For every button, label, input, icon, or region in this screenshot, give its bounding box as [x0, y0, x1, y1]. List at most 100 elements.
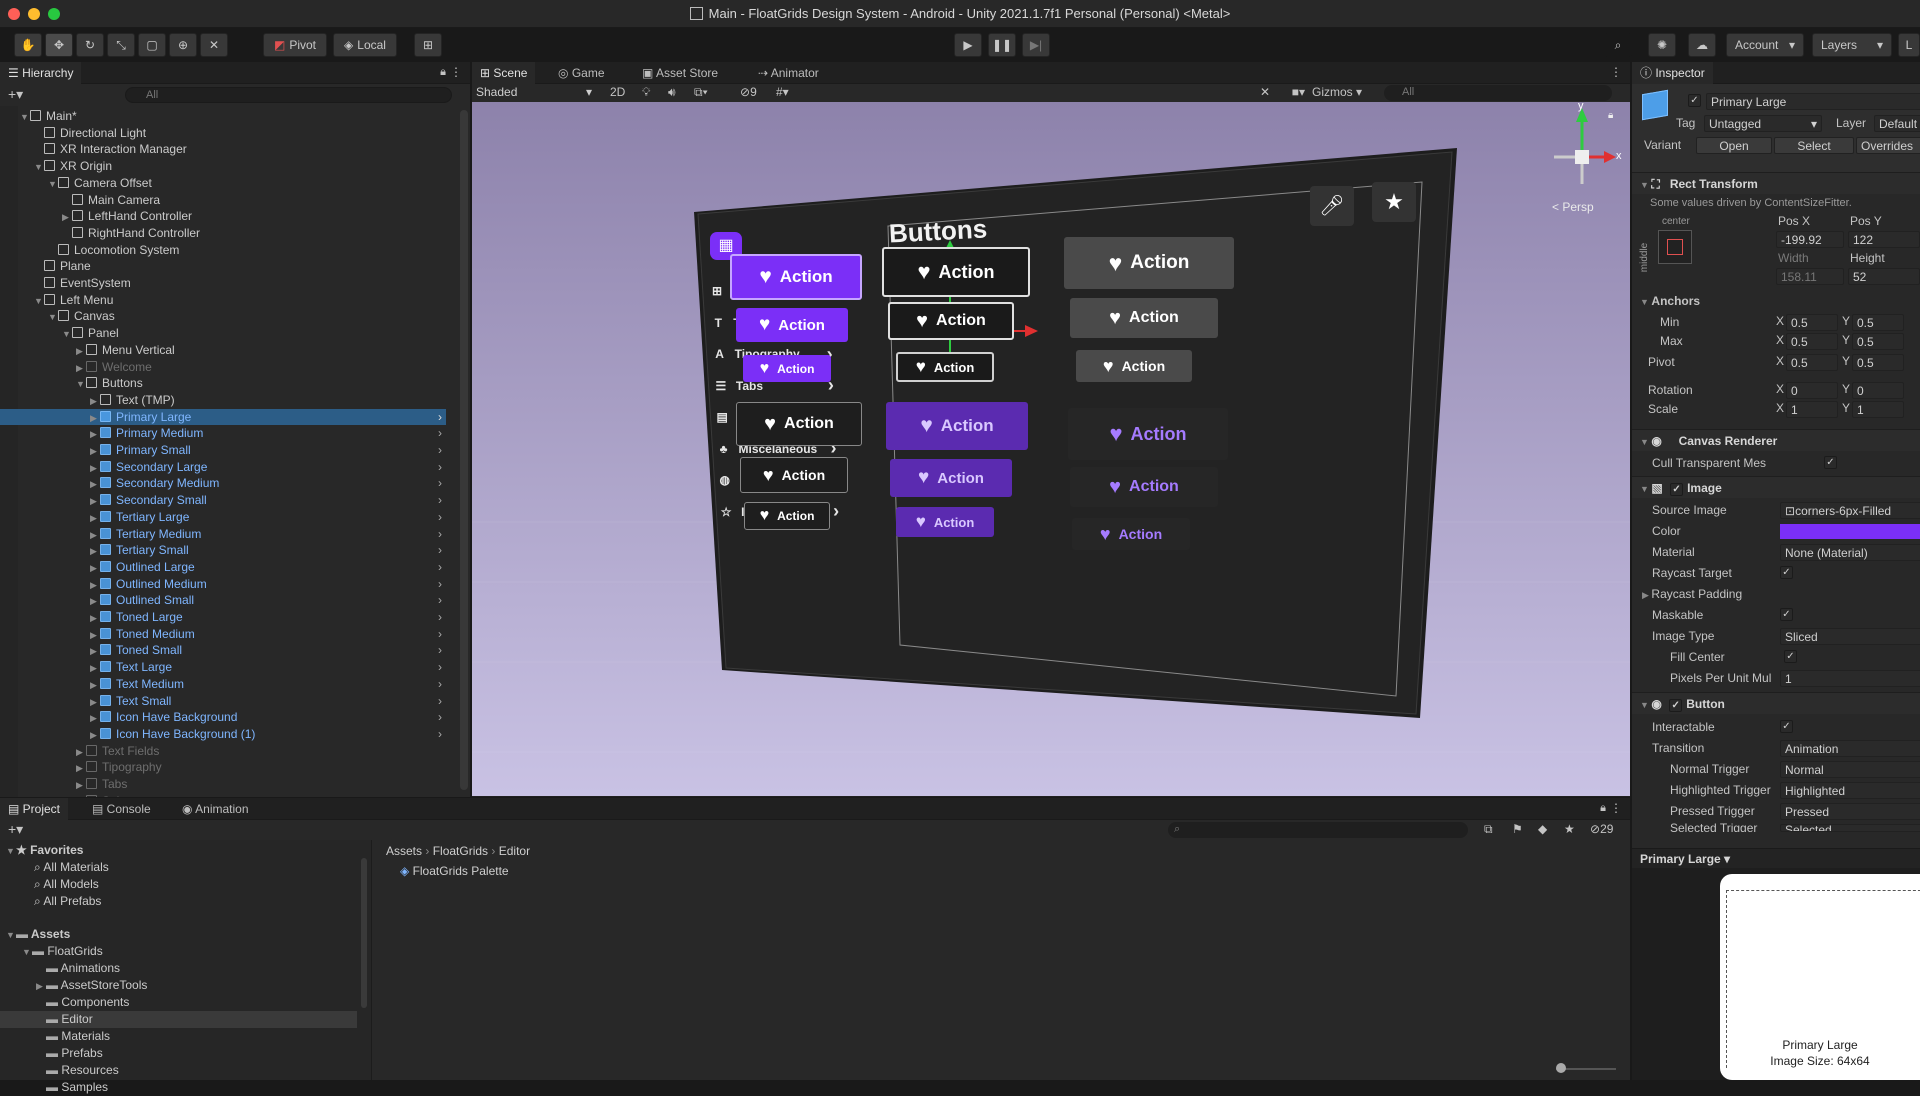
- cull-transparent-checkbox[interactable]: ✓: [1824, 456, 1837, 469]
- tab-project[interactable]: ▤ Project: [0, 798, 69, 820]
- tertiary-small-button[interactable]: ♥ Action: [1076, 350, 1192, 382]
- expand-arrow-icon[interactable]: ▼: [22, 944, 32, 961]
- expand-arrow-icon[interactable]: ▶: [76, 794, 86, 798]
- prefab-overrides-button[interactable]: Overrides: [1856, 137, 1920, 154]
- tab-scene[interactable]: ⊞ Scene: [472, 62, 536, 84]
- open-prefab-chevron-icon[interactable]: ›: [438, 676, 442, 693]
- normal-trigger-field[interactable]: Normal: [1780, 761, 1920, 778]
- icon-size-slider[interactable]: [1556, 1063, 1616, 1073]
- hierarchy-row[interactable]: EventSystem: [0, 275, 446, 292]
- secondary-small-button[interactable]: ♥ Action: [896, 352, 994, 382]
- expand-arrow-icon[interactable]: ▼: [76, 376, 86, 393]
- asset-folder[interactable]: ▬ Editor: [0, 1011, 357, 1028]
- image-header[interactable]: ▼ ▧ ✓ Image: [1632, 476, 1920, 498]
- project-search-input[interactable]: ⌕: [1168, 822, 1468, 838]
- expand-arrow-icon[interactable]: ▶: [90, 543, 100, 560]
- max-y-field[interactable]: 0.5: [1852, 333, 1904, 350]
- cloud-icon[interactable]: ☁: [1688, 33, 1716, 57]
- open-prefab-chevron-icon[interactable]: ›: [438, 626, 442, 643]
- button-enabled-checkbox[interactable]: ✓: [1669, 699, 1683, 712]
- raycast-padding-row[interactable]: ▶ Raycast Padding: [1642, 584, 1920, 604]
- filter-type-icon[interactable]: ⧉: [1484, 822, 1493, 837]
- hierarchy-row[interactable]: ▶ Text Fields: [0, 743, 446, 760]
- hierarchy-row[interactable]: ▶ Toned Medium ›: [0, 626, 446, 643]
- lock-icon[interactable]: 🔒︎: [1608, 110, 1613, 121]
- hidden-packages-icon[interactable]: ⊘29: [1590, 822, 1613, 836]
- layers-dropdown[interactable]: Layers ▾: [1812, 33, 1892, 57]
- color-swatch[interactable]: [1780, 524, 1920, 539]
- expand-arrow-icon[interactable]: ▼: [20, 109, 30, 126]
- open-prefab-chevron-icon[interactable]: ›: [438, 492, 442, 509]
- transition-dropdown[interactable]: Animation: [1780, 740, 1920, 757]
- scale-tool-button[interactable]: ⤡: [107, 33, 135, 57]
- fill-center-checkbox[interactable]: ✓: [1784, 650, 1797, 663]
- hierarchy-row[interactable]: ▶ Icon Have Background (1) ›: [0, 726, 446, 743]
- button-component-header[interactable]: ▼ ◉ ✓ Button: [1632, 692, 1920, 714]
- favorite-item[interactable]: ⌕ All Prefabs: [0, 893, 357, 910]
- account-dropdown[interactable]: Account ▾: [1726, 33, 1804, 57]
- add-icon[interactable]: +▾: [8, 821, 23, 838]
- open-prefab-chevron-icon[interactable]: ›: [438, 509, 442, 526]
- expand-arrow-icon[interactable]: ▶: [90, 694, 100, 711]
- image-enabled-checkbox[interactable]: ✓: [1670, 483, 1684, 496]
- toned-large-button[interactable]: ♥ Action: [886, 402, 1028, 450]
- height-field[interactable]: 52: [1848, 268, 1920, 285]
- hierarchy-search-input[interactable]: All: [125, 87, 452, 103]
- expand-arrow-icon[interactable]: ▶: [90, 443, 100, 460]
- primary-large-button[interactable]: ♥ Action: [730, 254, 862, 300]
- transform-tool-button[interactable]: ⊕: [169, 33, 197, 57]
- prefab-open-button[interactable]: Open: [1696, 137, 1772, 154]
- more-menu-icon[interactable]: ⋮: [450, 65, 462, 79]
- expand-arrow-icon[interactable]: ▶: [76, 343, 86, 360]
- expand-arrow-icon[interactable]: ▶: [62, 209, 72, 226]
- tertiary-large-button[interactable]: ♥ Action: [1064, 237, 1234, 289]
- open-prefab-chevron-icon[interactable]: ›: [438, 592, 442, 609]
- hierarchy-row[interactable]: ▶ Tipography: [0, 759, 446, 776]
- raycast-target-checkbox[interactable]: ✓: [1780, 566, 1793, 579]
- hierarchy-row[interactable]: ▶ LeftHand Controller: [0, 208, 446, 225]
- open-prefab-chevron-icon[interactable]: ›: [438, 576, 442, 593]
- favorites-header[interactable]: ▼★ Favorites: [0, 842, 357, 859]
- favorite-star-icon[interactable]: ★: [1564, 822, 1575, 836]
- step-button[interactable]: ▶|: [1022, 33, 1050, 57]
- open-prefab-chevron-icon[interactable]: ›: [438, 442, 442, 459]
- hierarchy-row[interactable]: ▶ Tertiary Small ›: [0, 542, 446, 559]
- rect-transform-header[interactable]: ▼ ⛶ Rect Transform: [1632, 172, 1920, 194]
- layer-dropdown[interactable]: Default: [1874, 115, 1920, 132]
- expand-arrow-icon[interactable]: ▼: [34, 159, 44, 176]
- expand-arrow-icon[interactable]: ▶: [90, 476, 100, 493]
- filter-label-icon[interactable]: ⚑: [1512, 822, 1523, 836]
- local-toggle[interactable]: ◈ Local: [333, 33, 397, 57]
- asset-folder[interactable]: ▬ Resources: [0, 1062, 357, 1079]
- hierarchy-row[interactable]: RightHand Controller: [0, 225, 446, 242]
- preview-header[interactable]: Primary Large ▾: [1632, 848, 1920, 868]
- open-prefab-chevron-icon[interactable]: ›: [438, 642, 442, 659]
- audio-icon[interactable]: 🔊︎: [668, 85, 676, 100]
- open-prefab-chevron-icon[interactable]: ›: [438, 475, 442, 492]
- toned-medium-button[interactable]: ♥ Action: [890, 459, 1012, 497]
- expand-arrow-icon[interactable]: ▼: [34, 293, 44, 310]
- effects-icon[interactable]: ⧉▾: [694, 85, 708, 100]
- breadcrumb-editor[interactable]: Editor: [499, 844, 530, 858]
- asset-folder[interactable]: ▬ Samples: [0, 1079, 357, 1096]
- rect-tool-button[interactable]: ▢: [138, 33, 166, 57]
- rotation-y-field[interactable]: 0: [1852, 382, 1904, 399]
- hierarchy-row[interactable]: ▶ Text Large ›: [0, 659, 446, 676]
- text-large-button[interactable]: ♥ Action: [1068, 408, 1228, 460]
- open-prefab-chevron-icon[interactable]: ›: [438, 542, 442, 559]
- expand-arrow-icon[interactable]: ▶: [90, 643, 100, 660]
- asset-folder[interactable]: ▬ Prefabs: [0, 1045, 357, 1062]
- hierarchy-row[interactable]: ▶ Primary Large ›: [0, 408, 446, 426]
- custom-tool-button[interactable]: ✕: [200, 33, 228, 57]
- services-icon[interactable]: ✺: [1648, 33, 1676, 57]
- asset-folder[interactable]: ▬ Components: [0, 994, 357, 1011]
- star-button[interactable]: ★: [1372, 182, 1416, 222]
- hierarchy-row[interactable]: ▼ Camera Offset: [0, 175, 446, 192]
- anchor-presets-button[interactable]: [1658, 230, 1692, 264]
- expand-arrow-icon[interactable]: ▶: [90, 593, 100, 610]
- favorite-item[interactable]: ⌕ All Materials: [0, 859, 357, 876]
- outlined-medium-button[interactable]: ♥ Action: [740, 457, 848, 493]
- hierarchy-row[interactable]: ▶ Tabs: [0, 776, 446, 793]
- hierarchy-row[interactable]: ▶ Welcome: [0, 359, 446, 376]
- hierarchy-row[interactable]: ▶ Toned Small ›: [0, 642, 446, 659]
